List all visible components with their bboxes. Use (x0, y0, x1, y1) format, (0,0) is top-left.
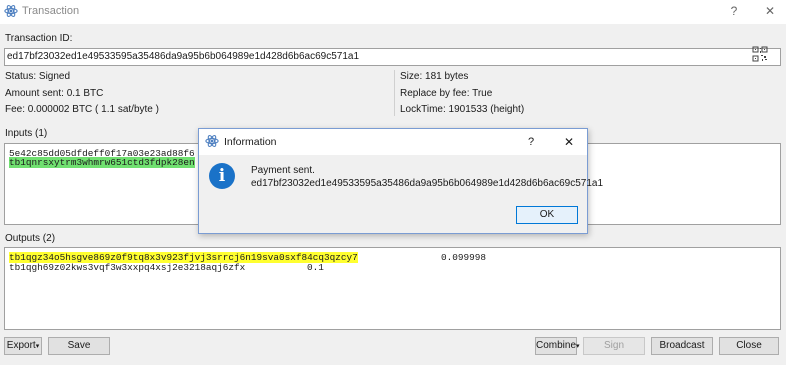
dialog-help-button[interactable]: ? (521, 134, 541, 150)
window-title: Transaction (22, 5, 80, 17)
dialog-titlebar: Information ? ✕ (199, 129, 587, 155)
export-button[interactable]: Export▾ (4, 337, 42, 355)
status-text: Status: Signed (5, 71, 71, 82)
input-address: tb1qnrsxytrm3whmrw651ctd3fdpk28en (9, 157, 195, 168)
output-amount: 0.1 (307, 262, 324, 273)
sign-button[interactable]: Sign (583, 337, 645, 355)
electrum-logo-icon (205, 135, 219, 147)
help-button[interactable]: ? (724, 3, 744, 19)
export-button-label: Export (6, 340, 36, 351)
rbf-text: Replace by fee: True (400, 88, 493, 99)
outputs-list[interactable]: tb1qgz34o5hsgve869z0f9tq8x3v923fjvj3srrc… (4, 247, 781, 330)
close-button[interactable]: Close (719, 337, 779, 355)
output-address: tb1qgh69z02kws3vqf3w3xxpq4xsj2e3218aqj6z… (9, 262, 246, 273)
dropdown-arrow-icon: ▾ (576, 343, 580, 350)
window-close-button[interactable]: ✕ (760, 3, 780, 19)
combine-button-label: Combine (536, 340, 577, 351)
dialog-message-txid: ed17bf23032ed1e49533595a35486da9a95b6b06… (251, 178, 604, 189)
dialog-title: Information (224, 136, 277, 148)
dialog-close-button[interactable]: ✕ (559, 134, 579, 150)
size-text: Size: 181 bytes (400, 71, 469, 82)
txid-label: Transaction ID: (5, 33, 73, 44)
txid-field[interactable]: ed17bf23032ed1e49533595a35486da9a95b6b06… (4, 48, 781, 66)
combine-button[interactable]: Combine▾ (535, 337, 580, 355)
window-titlebar: Transaction ? ✕ (0, 0, 786, 24)
electrum-logo-icon (4, 5, 18, 17)
locktime-text: LockTime: 1901533 (height) (400, 104, 525, 115)
information-dialog: Information ? ✕ i Payment sent. ed17bf23… (198, 128, 603, 234)
info-icon: i (209, 163, 235, 189)
broadcast-button[interactable]: Broadcast (651, 337, 713, 355)
inputs-label: Inputs (1) (5, 128, 48, 139)
qr-code-icon[interactable] (752, 46, 768, 62)
output-amount: 0.099998 (441, 252, 487, 263)
dropdown-arrow-icon: ▾ (35, 343, 40, 350)
details-divider (394, 70, 395, 116)
fee-text: Fee: 0.000002 BTC ( 1.1 sat/byte ) (5, 104, 159, 115)
save-button[interactable]: Save (48, 337, 110, 355)
amount-sent-text: Amount sent: 0.1 BTC (5, 88, 104, 99)
ok-button[interactable]: OK (516, 206, 578, 224)
dialog-message-title: Payment sent. (251, 165, 315, 176)
outputs-label: Outputs (2) (5, 233, 56, 244)
